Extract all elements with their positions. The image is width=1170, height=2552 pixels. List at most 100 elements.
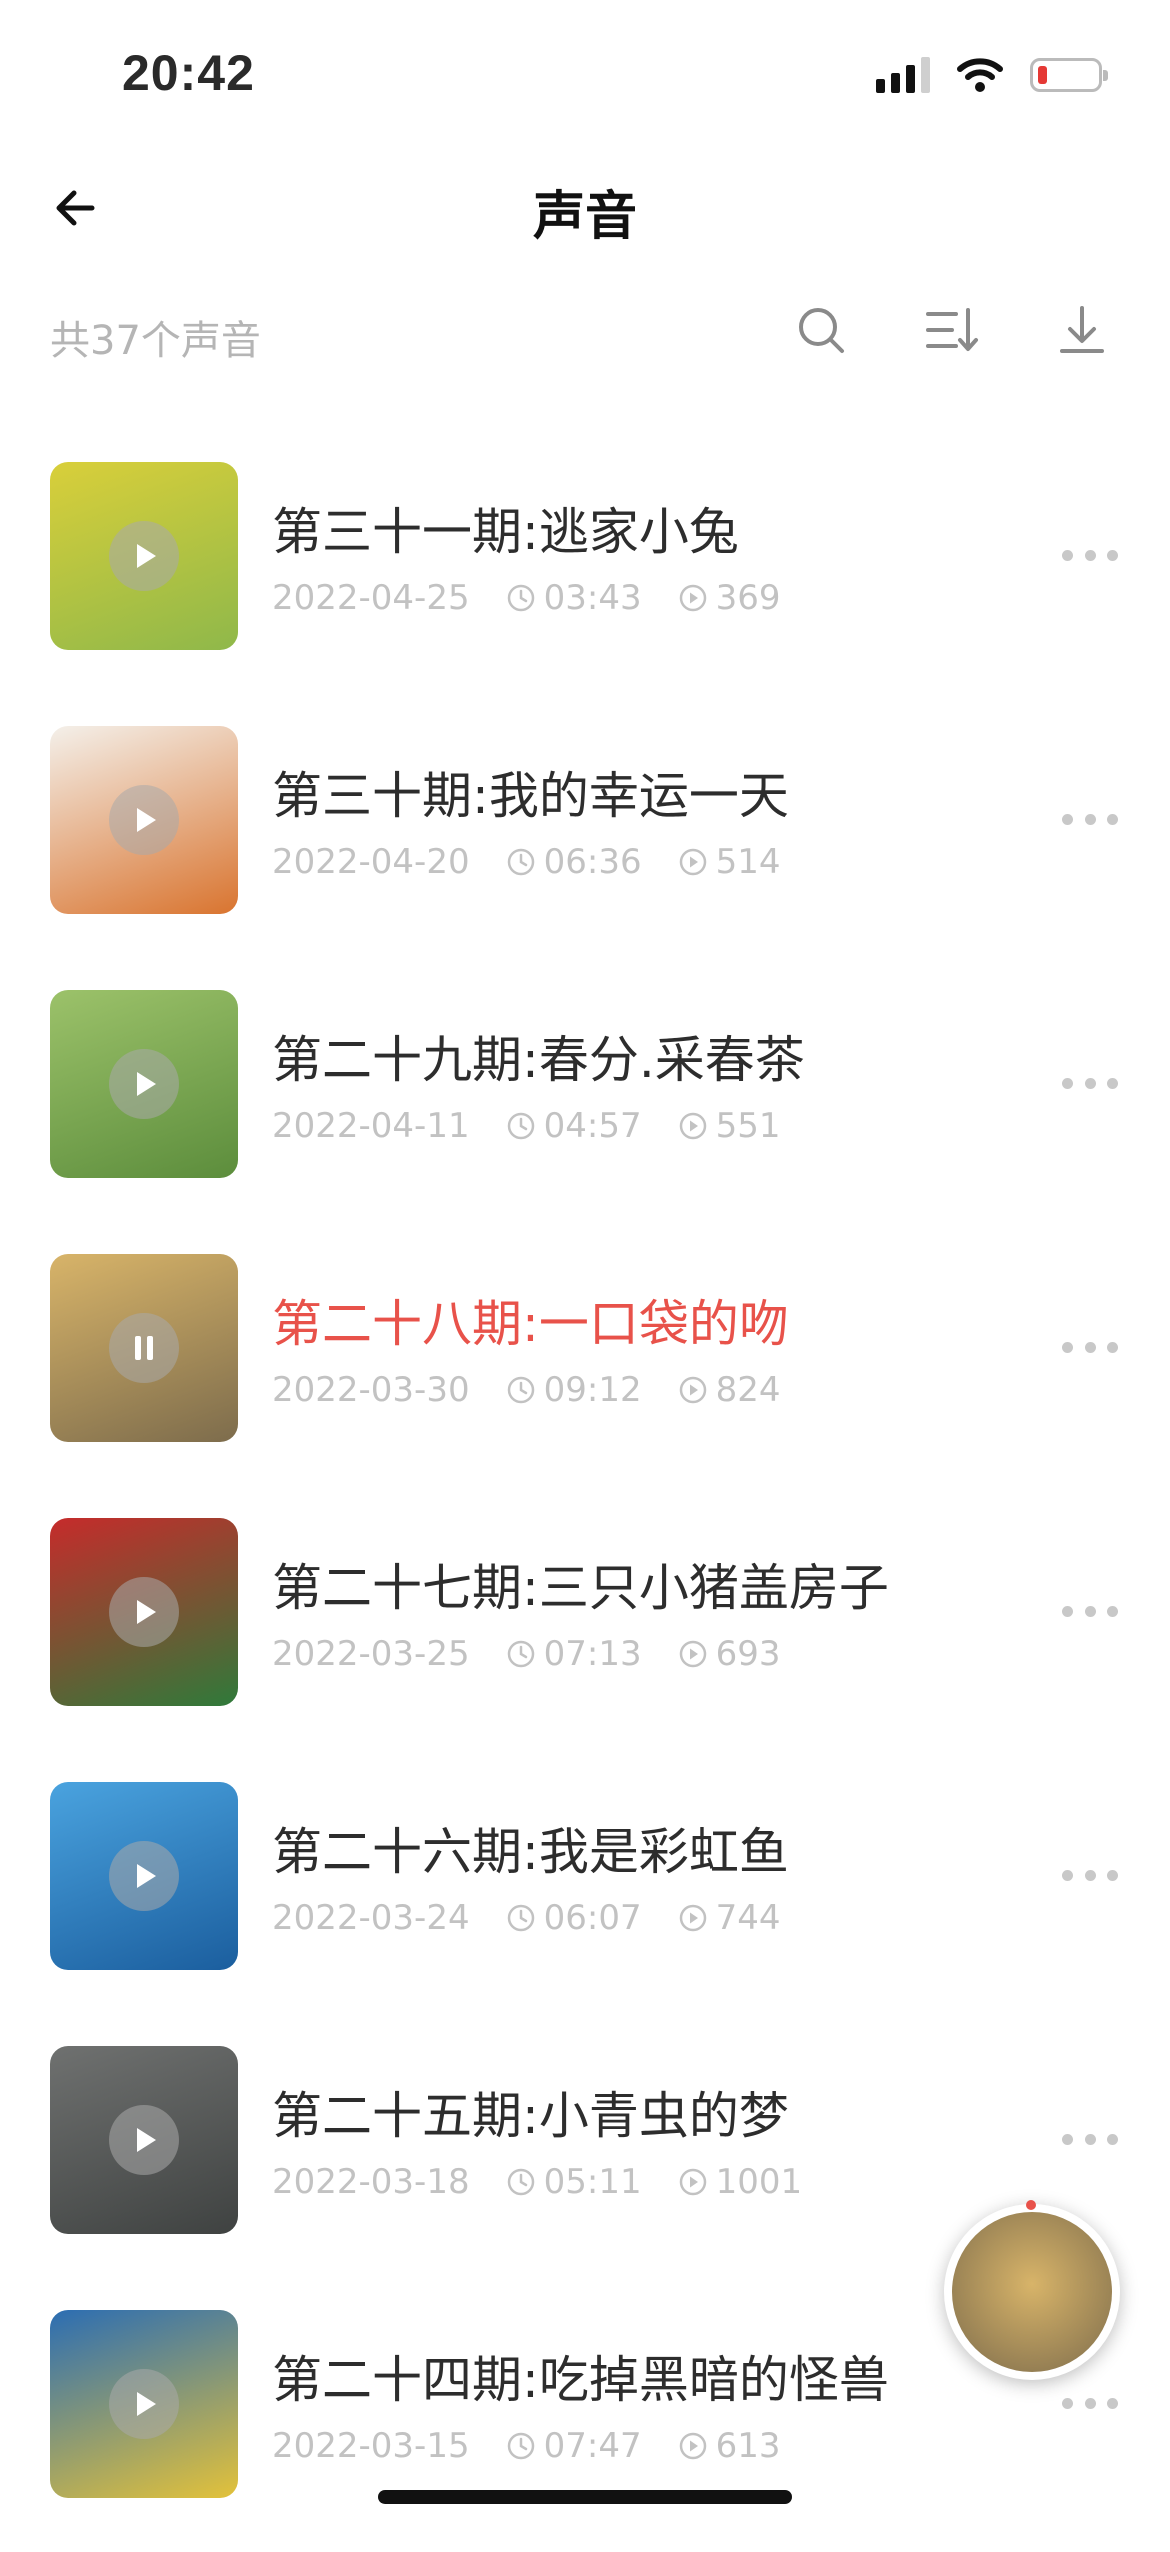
more-options-icon[interactable] bbox=[1062, 2388, 1118, 2418]
track-count: 共37个声音 bbox=[50, 318, 261, 364]
play-count-icon bbox=[678, 847, 716, 877]
track-title[interactable]: 第二十九期:春分.采春茶 bbox=[272, 1020, 805, 1092]
track-meta: 2022-04-11 04:57 551 bbox=[272, 1106, 816, 1146]
track-cover[interactable] bbox=[50, 1782, 238, 1970]
track-date: 2022-03-25 bbox=[272, 1634, 470, 1674]
track-cover[interactable] bbox=[50, 990, 238, 1178]
track-plays: 693 bbox=[715, 1634, 781, 1674]
track-duration: 07:13 bbox=[543, 1634, 642, 1674]
floating-player[interactable] bbox=[944, 2200, 1120, 2380]
track-duration: 07:47 bbox=[543, 2426, 642, 2466]
play-icon[interactable] bbox=[109, 2105, 179, 2175]
status-icons bbox=[876, 56, 1108, 94]
track-date: 2022-04-20 bbox=[272, 842, 470, 882]
track-plays: 613 bbox=[715, 2426, 781, 2466]
track-meta: 2022-04-25 03:43 369 bbox=[272, 578, 816, 618]
clock-icon bbox=[506, 2431, 544, 2461]
more-options-icon[interactable] bbox=[1062, 1596, 1118, 1626]
track-title[interactable]: 第三十期:我的幸运一天 bbox=[272, 756, 789, 828]
track-cover[interactable] bbox=[50, 462, 238, 650]
track-plays: 369 bbox=[715, 578, 781, 618]
clock-icon bbox=[506, 847, 544, 877]
track-row[interactable]: 第二十七期:三只小猪盖房子 2022-03-25 07:13 693 bbox=[0, 1496, 1170, 1760]
play-icon[interactable] bbox=[109, 1049, 179, 1119]
track-date: 2022-03-15 bbox=[272, 2426, 470, 2466]
play-count-icon bbox=[678, 1375, 716, 1405]
sort-icon[interactable] bbox=[922, 300, 982, 360]
track-plays-group: 693 bbox=[678, 1634, 781, 1674]
track-date: 2022-04-25 bbox=[272, 578, 470, 618]
search-icon[interactable] bbox=[792, 300, 852, 360]
track-duration: 03:43 bbox=[543, 578, 642, 618]
track-cover[interactable] bbox=[50, 1518, 238, 1706]
more-options-icon[interactable] bbox=[1062, 1332, 1118, 1362]
status-time: 20:42 bbox=[122, 45, 255, 101]
track-meta: 2022-04-20 06:36 514 bbox=[272, 842, 816, 882]
page-title: 声音 bbox=[532, 187, 637, 247]
track-plays-group: 824 bbox=[678, 1370, 781, 1410]
track-title[interactable]: 第二十八期:一口袋的吻 bbox=[272, 1284, 789, 1356]
track-cover[interactable] bbox=[50, 2046, 238, 2234]
clock-icon bbox=[506, 1111, 544, 1141]
track-title[interactable]: 第二十六期:我是彩虹鱼 bbox=[272, 1812, 789, 1884]
clock-icon bbox=[506, 1639, 544, 1669]
pause-icon[interactable] bbox=[109, 1313, 179, 1383]
playing-indicator-dot bbox=[1026, 2200, 1036, 2210]
track-meta: 2022-03-24 06:07 744 bbox=[272, 1898, 816, 1938]
track-row[interactable]: 第二十九期:春分.采春茶 2022-04-11 04:57 551 bbox=[0, 968, 1170, 1232]
track-title[interactable]: 第三十一期:逃家小兔 bbox=[272, 492, 739, 564]
track-plays: 824 bbox=[715, 1370, 781, 1410]
play-count-icon bbox=[678, 1639, 716, 1669]
track-cover[interactable] bbox=[50, 726, 238, 914]
battery-icon bbox=[1030, 58, 1108, 92]
track-title[interactable]: 第二十四期:吃掉黑暗的怪兽 bbox=[272, 2340, 889, 2412]
track-duration-group: 06:36 bbox=[506, 842, 642, 882]
play-count-icon bbox=[678, 1111, 716, 1141]
play-icon[interactable] bbox=[109, 785, 179, 855]
track-duration-group: 05:11 bbox=[506, 2162, 642, 2202]
track-row[interactable]: 第三十一期:逃家小兔 2022-04-25 03:43 369 bbox=[0, 440, 1170, 704]
track-duration-group: 03:43 bbox=[506, 578, 642, 618]
track-row[interactable]: 第二十六期:我是彩虹鱼 2022-03-24 06:07 744 bbox=[0, 1760, 1170, 2024]
list-toolbar: 共37个声音 bbox=[0, 290, 1170, 380]
track-duration-group: 07:47 bbox=[506, 2426, 642, 2466]
track-duration: 06:07 bbox=[543, 1898, 642, 1938]
track-row[interactable]: 第二十八期:一口袋的吻 2022-03-30 09:12 824 bbox=[0, 1232, 1170, 1496]
nav-bar: 声音 bbox=[0, 160, 1170, 260]
track-cover[interactable] bbox=[50, 1254, 238, 1442]
track-cover[interactable] bbox=[50, 2310, 238, 2498]
track-duration: 04:57 bbox=[543, 1106, 642, 1146]
more-options-icon[interactable] bbox=[1062, 2124, 1118, 2154]
cellular-signal-icon bbox=[876, 57, 930, 93]
track-plays-group: 1001 bbox=[678, 2162, 803, 2202]
download-icon[interactable] bbox=[1052, 300, 1112, 360]
more-options-icon[interactable] bbox=[1062, 804, 1118, 834]
more-options-icon[interactable] bbox=[1062, 1860, 1118, 1890]
more-options-icon[interactable] bbox=[1062, 540, 1118, 570]
track-duration: 06:36 bbox=[543, 842, 642, 882]
clock-icon bbox=[506, 1903, 544, 1933]
track-plays: 514 bbox=[715, 842, 781, 882]
track-plays: 551 bbox=[715, 1106, 781, 1146]
play-count-icon bbox=[678, 2431, 716, 2461]
play-icon[interactable] bbox=[109, 1841, 179, 1911]
track-plays-group: 744 bbox=[678, 1898, 780, 1938]
play-icon[interactable] bbox=[109, 1577, 179, 1647]
clock-icon bbox=[506, 2167, 544, 2197]
track-row[interactable]: 第三十期:我的幸运一天 2022-04-20 06:36 514 bbox=[0, 704, 1170, 968]
track-duration-group: 04:57 bbox=[506, 1106, 642, 1146]
play-icon[interactable] bbox=[109, 2369, 179, 2439]
track-date: 2022-04-11 bbox=[272, 1106, 470, 1146]
track-plays: 1001 bbox=[715, 2162, 803, 2202]
track-date: 2022-03-30 bbox=[272, 1370, 470, 1410]
play-icon[interactable] bbox=[109, 521, 179, 591]
more-options-icon[interactable] bbox=[1062, 1068, 1118, 1098]
track-title[interactable]: 第二十五期:小青虫的梦 bbox=[272, 2076, 789, 2148]
wifi-icon bbox=[957, 58, 1003, 92]
track-plays-group: 613 bbox=[678, 2426, 781, 2466]
track-duration: 05:11 bbox=[543, 2162, 642, 2202]
track-duration-group: 06:07 bbox=[506, 1898, 642, 1938]
home-indicator bbox=[378, 2490, 792, 2504]
track-title[interactable]: 第二十七期:三只小猪盖房子 bbox=[272, 1548, 889, 1620]
track-duration-group: 09:12 bbox=[506, 1370, 642, 1410]
